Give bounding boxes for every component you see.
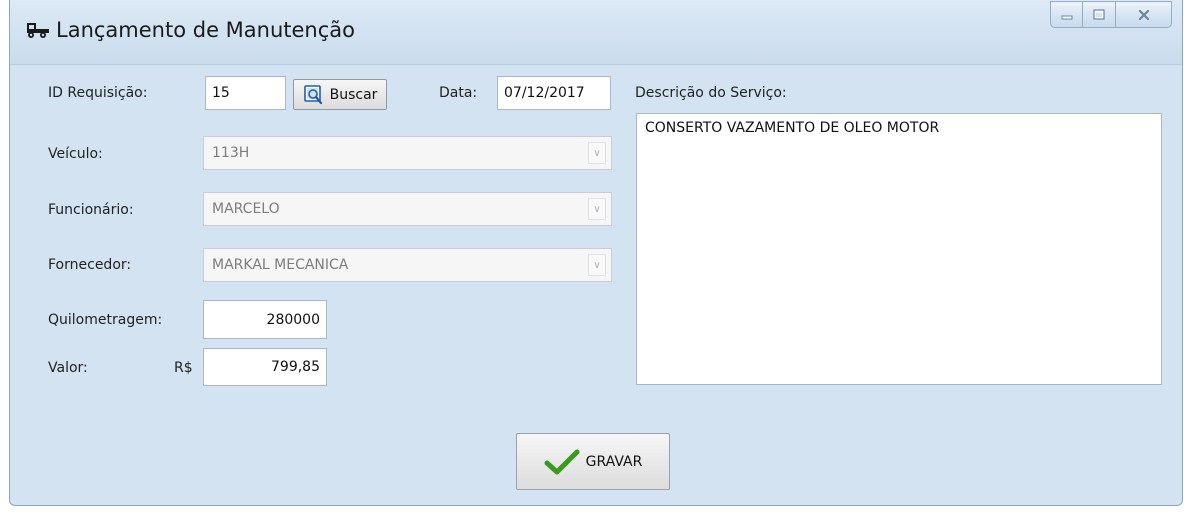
funcionario-value: MARCELO [212, 201, 280, 217]
window-controls [1050, 1, 1172, 28]
funcionario-select[interactable]: MARCELO ∨ [203, 192, 612, 226]
chevron-down-icon[interactable]: ∨ [588, 142, 606, 164]
fornecedor-select[interactable]: MARKAL MECANICA ∨ [203, 248, 612, 282]
window-title: Lançamento de Manutenção [56, 18, 355, 42]
data-value: 07/12/2017 [504, 85, 585, 101]
valor-label: Valor: [48, 360, 88, 376]
buscar-label: Buscar [329, 86, 378, 103]
quilometragem-label: Quilometragem: [48, 312, 163, 328]
maintenance-window: Lançamento de Manutenção ID Requisição: [9, 0, 1183, 506]
descricao-value: CONSERTO VAZAMENTO DE OLEO MOTOR [645, 120, 940, 136]
quilometragem-value: 280000 [266, 311, 320, 328]
chevron-down-icon[interactable]: ∨ [588, 254, 606, 276]
truck-icon [27, 23, 49, 38]
checkmark-icon [544, 449, 580, 474]
id-requisicao-input[interactable]: 15 [205, 76, 286, 110]
veiculo-label: Veículo: [48, 146, 103, 162]
minimize-icon [1061, 15, 1072, 19]
close-icon [1138, 9, 1149, 20]
data-label: Data: [439, 85, 478, 101]
maximize-button[interactable] [1083, 1, 1116, 28]
gravar-label: GRAVAR [585, 453, 643, 470]
descricao-label: Descrição do Serviço: [635, 85, 787, 101]
fornecedor-value: MARKAL MECANICA [212, 257, 349, 273]
descricao-textarea[interactable]: CONSERTO VAZAMENTO DE OLEO MOTOR [636, 113, 1162, 385]
close-button[interactable] [1116, 1, 1172, 28]
valor-input[interactable]: 799,85 [203, 348, 327, 386]
minimize-button[interactable] [1050, 1, 1083, 28]
chevron-down-icon[interactable]: ∨ [588, 198, 606, 220]
id-requisicao-label: ID Requisição: [48, 85, 148, 101]
valor-value: 799,85 [271, 359, 320, 375]
funcionario-label: Funcionário: [48, 202, 134, 218]
fornecedor-label: Fornecedor: [48, 257, 132, 273]
title-bar[interactable]: Lançamento de Manutenção [10, 0, 1182, 65]
buscar-button[interactable]: Buscar [293, 79, 387, 110]
id-requisicao-value: 15 [212, 85, 230, 101]
search-icon [303, 84, 322, 104]
veiculo-select[interactable]: 113H ∨ [203, 136, 612, 170]
gravar-button[interactable]: GRAVAR [516, 433, 670, 490]
quilometragem-input[interactable]: 280000 [203, 300, 327, 339]
currency-label: R$ [174, 360, 193, 376]
veiculo-value: 113H [212, 145, 250, 161]
data-input[interactable]: 07/12/2017 [497, 76, 611, 110]
maximize-icon [1093, 9, 1105, 20]
